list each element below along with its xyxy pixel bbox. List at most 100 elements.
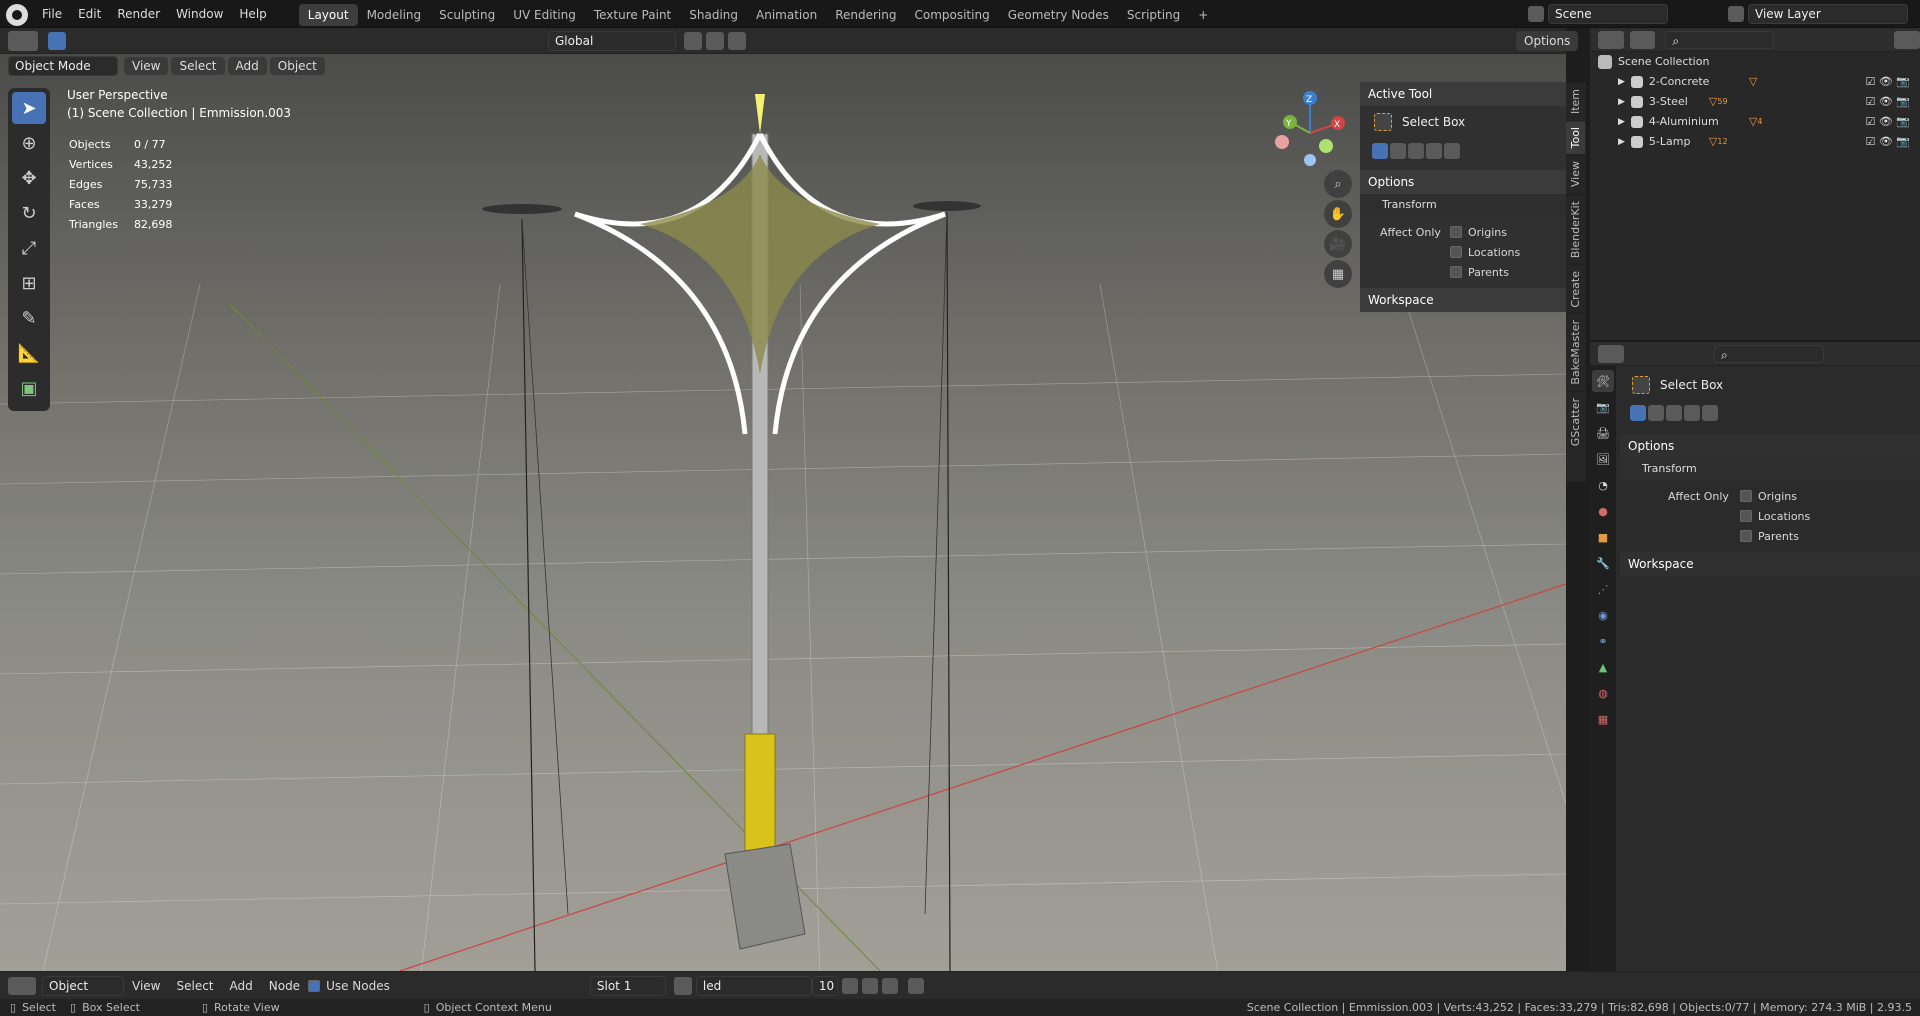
menu-render[interactable]: Render — [109, 0, 168, 28]
output-tab-icon[interactable]: 🖨 — [1592, 422, 1614, 444]
view-layer-icon[interactable] — [1728, 6, 1744, 22]
tab-item[interactable]: Item — [1566, 82, 1585, 121]
3d-viewport[interactable]: User Perspective (1) Scene Collection | … — [0, 54, 1566, 971]
options-button[interactable]: Options — [1516, 31, 1579, 51]
tab-layout[interactable]: Layout — [298, 4, 358, 26]
material-users-count[interactable]: 10 — [811, 975, 838, 996]
node-menu-node[interactable]: Node — [261, 972, 308, 1000]
render-tab-icon[interactable]: 📷 — [1592, 396, 1614, 418]
tab-modeling[interactable]: Modeling — [358, 4, 431, 26]
editor-type-icon[interactable] — [8, 31, 38, 51]
options-header[interactable]: Options — [1360, 170, 1566, 194]
modifier-tab-icon[interactable]: 🔧 — [1592, 552, 1614, 574]
move-tool-icon[interactable]: ✥ — [12, 162, 46, 194]
parents-checkbox[interactable] — [1450, 266, 1462, 278]
menu-add[interactable]: Add — [227, 57, 267, 75]
origins-checkbox[interactable] — [1740, 490, 1752, 502]
tab-uv-editing[interactable]: UV Editing — [504, 4, 585, 26]
mode-set-icon[interactable] — [1630, 405, 1646, 421]
mode-intersect-icon[interactable] — [1444, 143, 1460, 159]
menu-edit[interactable]: Edit — [70, 0, 109, 28]
active-tool-header[interactable]: Active Tool — [1360, 82, 1566, 106]
select-box-tool-icon[interactable] — [48, 32, 66, 50]
select-tool-icon[interactable]: ➤ — [12, 92, 46, 124]
shader-editor-type-icon[interactable] — [8, 976, 36, 995]
tab-tool[interactable]: Tool — [1566, 120, 1585, 155]
mode-dropdown[interactable]: Object Mode — [8, 56, 118, 76]
locations-checkbox[interactable] — [1740, 510, 1752, 522]
tab-view[interactable]: View — [1566, 154, 1585, 194]
transform-subheader[interactable]: Transform — [1620, 458, 1920, 480]
filter-icon[interactable] — [1894, 30, 1920, 49]
tab-animation[interactable]: Animation — [747, 4, 826, 26]
world-tab-icon[interactable]: ● — [1592, 500, 1614, 522]
menu-object[interactable]: Object — [269, 57, 325, 75]
outliner-search[interactable]: ⌕ — [1665, 30, 1775, 49]
mode-difference-icon[interactable] — [1426, 143, 1442, 159]
material-name-field[interactable]: led — [695, 975, 812, 996]
collection-row[interactable]: ▶ 3-Steel ▽ 59 ☑ 👁 📷 — [1590, 92, 1920, 112]
tab-bakemaster[interactable]: BakeMaster — [1566, 313, 1585, 391]
node-menu-select[interactable]: Select — [168, 972, 221, 1000]
fake-user-icon[interactable] — [841, 977, 858, 994]
workspace-header[interactable]: Workspace — [1360, 288, 1566, 312]
menu-window[interactable]: Window — [168, 0, 231, 28]
outliner-type-icon[interactable] — [1598, 30, 1624, 49]
locations-checkbox[interactable] — [1450, 246, 1462, 258]
scale-tool-icon[interactable]: ⤢ — [12, 232, 46, 264]
navigation-gizmo[interactable]: Z X Y — [1270, 88, 1350, 168]
cursor-tool-icon[interactable]: ⊕ — [12, 127, 46, 159]
tab-sculpting[interactable]: Sculpting — [430, 4, 504, 26]
mode-subtract-icon[interactable] — [1408, 143, 1424, 159]
constraints-tab-icon[interactable]: ⚭ — [1592, 630, 1614, 652]
collection-row[interactable]: ▶ 4-Aluminium ▽ 4 ☑ 👁 📷 — [1590, 112, 1920, 132]
options-header[interactable]: Options — [1620, 434, 1920, 458]
pin-icon[interactable] — [907, 977, 924, 994]
view-layer-field[interactable]: View Layer — [1748, 4, 1908, 24]
menu-view[interactable]: View — [124, 57, 169, 75]
zoom-icon[interactable]: ⌕ — [1324, 170, 1352, 198]
origins-checkbox[interactable] — [1450, 226, 1462, 238]
physics-tab-icon[interactable]: ◉ — [1592, 604, 1614, 626]
add-workspace-icon[interactable]: + — [1189, 4, 1217, 26]
workspace-header[interactable]: Workspace — [1620, 552, 1920, 576]
visibility-icons[interactable]: ☑ 👁 📷 — [1865, 72, 1910, 92]
visibility-icons[interactable]: ☑ 👁 📷 — [1865, 132, 1910, 152]
menu-select[interactable]: Select — [171, 57, 225, 75]
data-tab-icon[interactable]: ▲ — [1592, 656, 1614, 678]
add-cube-tool-icon[interactable]: ▣ — [12, 372, 46, 404]
grid-view-icon[interactable]: ▦ — [1324, 260, 1352, 288]
tab-texture-paint[interactable]: Texture Paint — [585, 4, 680, 26]
measure-tool-icon[interactable]: 📐 — [12, 337, 46, 369]
collection-row[interactable]: ▶ 5-Lamp ▽ 12 ☑ 👁 📷 — [1590, 132, 1920, 152]
visibility-icons[interactable]: ☑ 👁 📷 — [1865, 112, 1910, 132]
tool-tab-icon[interactable]: 🛠 — [1592, 370, 1614, 392]
pivot-icon[interactable] — [684, 32, 702, 50]
view-layer-tab-icon[interactable]: 🖼 — [1592, 448, 1614, 470]
menu-file[interactable]: File — [34, 0, 70, 28]
mode-set-icon[interactable] — [1372, 143, 1388, 159]
rotate-tool-icon[interactable]: ↻ — [12, 197, 46, 229]
mode-subtract-icon[interactable] — [1666, 405, 1682, 421]
tab-shading[interactable]: Shading — [680, 4, 747, 26]
orientation-dropdown[interactable]: Global — [548, 31, 676, 51]
camera-icon[interactable]: 🎥 — [1324, 230, 1352, 258]
properties-search[interactable]: ⌕ — [1714, 344, 1824, 363]
scene-field[interactable]: Scene — [1548, 4, 1668, 24]
material-browse-icon[interactable] — [673, 976, 692, 995]
transform-subheader[interactable]: Transform — [1360, 194, 1566, 216]
tab-rendering[interactable]: Rendering — [826, 4, 905, 26]
node-menu-view[interactable]: View — [124, 972, 168, 1000]
unlink-icon[interactable] — [881, 977, 898, 994]
parents-checkbox[interactable] — [1740, 530, 1752, 542]
display-mode-icon[interactable] — [1629, 30, 1656, 49]
scene-collection-row[interactable]: Scene Collection — [1590, 52, 1920, 72]
snap-icon[interactable] — [706, 32, 724, 50]
tab-scripting[interactable]: Scripting — [1118, 4, 1189, 26]
texture-tab-icon[interactable]: ▦ — [1592, 708, 1614, 730]
tab-blenderkit[interactable]: BlenderKit — [1566, 193, 1585, 264]
material-tab-icon[interactable]: ◍ — [1592, 682, 1614, 704]
slot-dropdown[interactable]: Slot 1 — [589, 975, 666, 996]
tab-gscatter[interactable]: GScatter — [1566, 390, 1585, 453]
menu-help[interactable]: Help — [231, 0, 274, 28]
